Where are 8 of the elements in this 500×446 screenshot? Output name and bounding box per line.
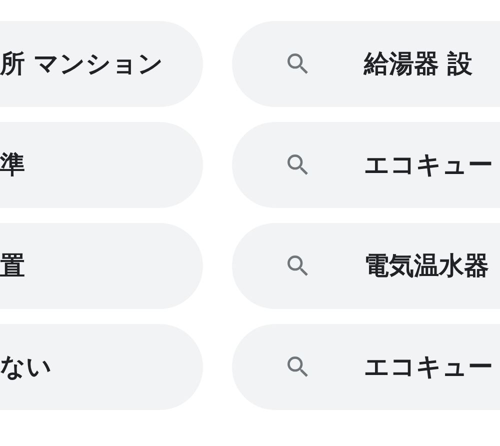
search-suggestion[interactable]: 準 <box>0 122 203 208</box>
search-suggestion[interactable]: 所 マンション <box>0 21 203 107</box>
search-suggestion[interactable]: 給湯器 設 <box>232 21 500 107</box>
search-suggestion[interactable]: エコキュー <box>232 122 500 208</box>
search-suggestion[interactable]: エコキュー <box>232 324 500 410</box>
search-suggestion[interactable]: 電気温水器 <box>232 223 500 309</box>
search-suggestion[interactable]: ない <box>0 324 203 410</box>
search-suggestion[interactable]: 置 <box>0 223 203 309</box>
